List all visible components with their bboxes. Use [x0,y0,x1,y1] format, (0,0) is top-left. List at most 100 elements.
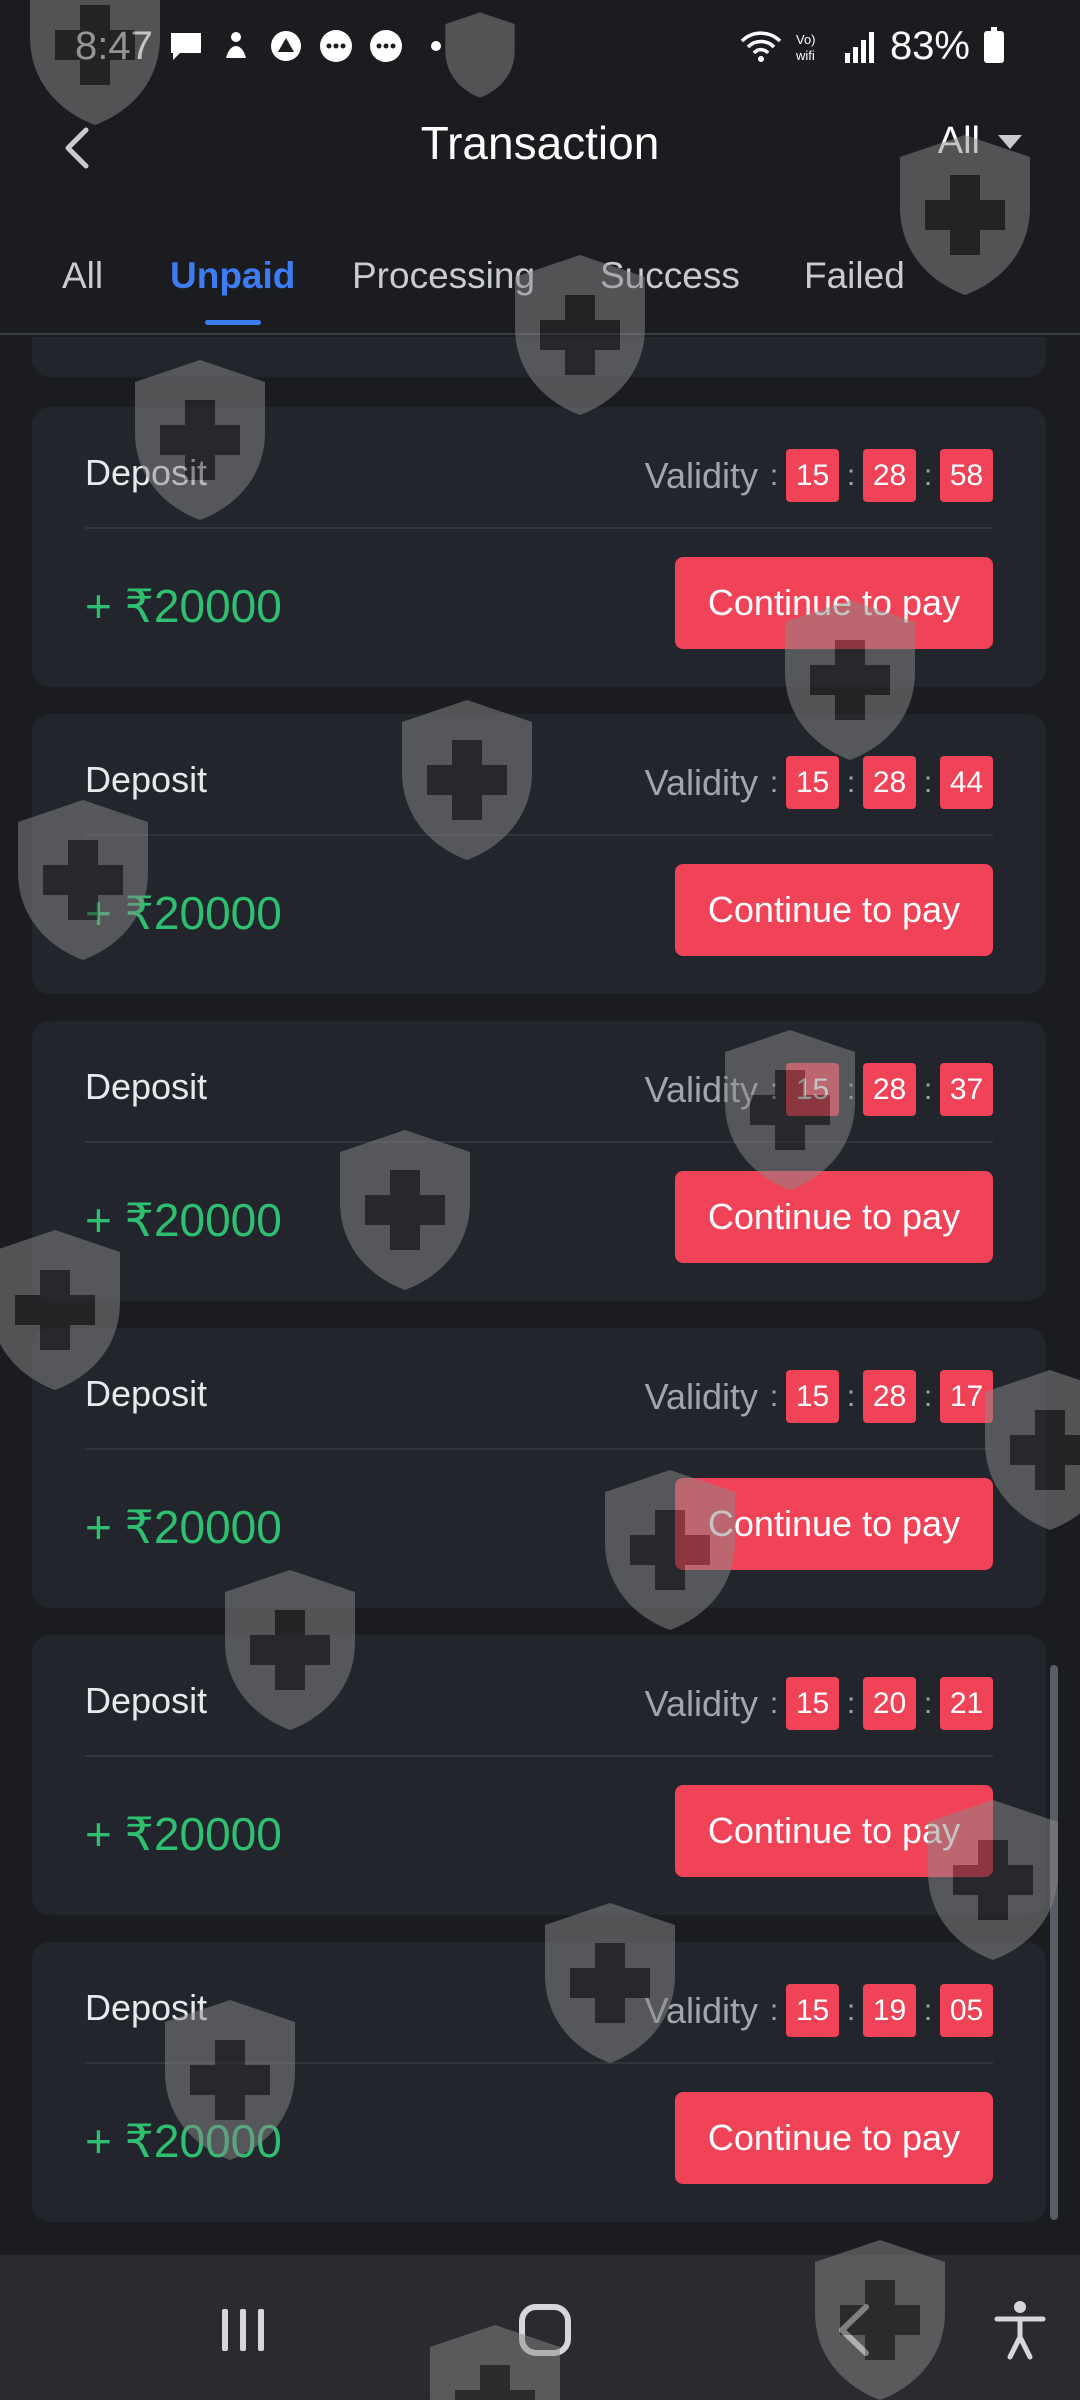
transaction-type: Deposit [85,452,208,493]
tab-all[interactable]: All [62,255,103,325]
timer-hours: 15 [786,756,839,809]
transaction-amount: + ₹20000 [85,1808,282,1860]
tab-unpaid[interactable]: Unpaid [170,255,295,325]
list-scrollbar[interactable] [1050,1665,1058,2220]
transaction-amount: + ₹20000 [85,1501,282,1553]
notification-icon [226,32,246,58]
timer-hours: 15 [786,1984,839,2037]
timer-minutes: 28 [863,1370,916,1423]
card-divider [85,1755,993,1757]
chat-icon [370,30,402,62]
system-nav-bar [0,2255,1080,2400]
card-divider [85,2062,993,2064]
timer-separator: : [923,1072,933,1106]
validity-timer: Validity: 15: 28: 37 [645,1063,993,1116]
signal-icon [844,31,874,63]
timer-separator: : [923,1379,933,1413]
transaction-type: Deposit [85,1987,208,2028]
volte-wifi-icon: Vo)wifi [796,32,816,63]
transaction-type: Deposit [85,1066,208,1107]
validity-label: Validity [644,1682,758,1724]
validity-label: Validity [644,454,758,496]
card-divider [85,1141,993,1143]
transaction-list[interactable]: Deposit Validity: 15: 28: 58 + ₹20000 Co… [0,337,1080,2255]
timer-minutes: 20 [863,1677,916,1730]
timer-separator: : [923,1686,933,1720]
validity-timer: Validity: 15: 20: 21 [645,1677,993,1730]
timer-minutes: 28 [863,449,916,502]
tab-processing[interactable]: Processing [352,255,535,325]
home-icon[interactable] [510,2295,580,2365]
continue-to-pay-button[interactable]: Continue to pay [675,2092,993,2184]
transaction-card: Deposit Validity: 15: 28: 17 + ₹20000 Co… [32,1328,1046,1608]
timer-separator: : [769,458,779,492]
transaction-amount: + ₹20000 [85,887,282,939]
timer-seconds: 21 [940,1677,993,1730]
header: Transaction All [0,100,1080,250]
battery-icon [984,26,1004,63]
transaction-amount: + ₹20000 [85,2115,282,2167]
tab-success[interactable]: Success [600,255,740,325]
filter-dropdown[interactable]: All [938,120,1022,163]
timer-separator: : [769,1686,779,1720]
page-title: Transaction [420,117,660,169]
timer-seconds: 58 [940,449,993,502]
status-right-cluster: Vo) wifi 83% [740,24,1004,69]
transaction-card: Deposit Validity: 15: 28: 44 + ₹20000 Co… [32,714,1046,994]
message-icon [171,33,201,60]
transaction-type: Deposit [85,759,208,800]
validity-timer: Validity: 15: 19: 05 [645,1984,993,2037]
timer-seconds: 37 [940,1063,993,1116]
timer-separator: : [769,1379,779,1413]
filter-value: All [937,120,980,162]
continue-to-pay-button[interactable]: Continue to pay [675,1171,993,1263]
timer-separator: : [923,1993,933,2027]
timer-separator: : [846,1686,856,1720]
continue-to-pay-button[interactable]: Continue to pay [675,1785,993,1877]
recent-apps-icon[interactable] [208,2295,278,2365]
timer-minutes: 28 [863,1063,916,1116]
accessibility-icon[interactable] [985,2295,1055,2365]
validity-label: Validity [644,1068,758,1110]
timer-separator: : [846,765,856,799]
tab-unpaid-label: Unpaid [170,255,296,296]
timer-seconds: 44 [940,756,993,809]
validity-label: Validity [644,761,758,803]
validity-label: Validity [644,1989,758,2031]
tab-bar: All Unpaid Processing Success Failed [0,245,1080,335]
card-divider [85,1448,993,1450]
partially-visible-card [32,337,1046,377]
continue-to-pay-button[interactable]: Continue to pay [675,557,993,649]
transaction-amount: + ₹20000 [85,1194,282,1246]
status-notification-icons [168,28,454,64]
battery-percent: 83% [889,24,970,68]
continue-to-pay-button[interactable]: Continue to pay [675,1478,993,1570]
timer-separator: : [769,1993,779,2027]
svg-text:wifi: wifi [796,48,815,63]
transaction-card: Deposit Validity: 15: 19: 05 + ₹20000 Co… [32,1942,1046,2222]
transaction-amount: + ₹20000 [85,580,282,632]
back-icon[interactable] [820,2295,890,2365]
continue-to-pay-button[interactable]: Continue to pay [675,864,993,956]
tab-failed[interactable]: Failed [804,255,905,325]
timer-minutes: 19 [863,1984,916,2037]
card-divider [85,834,993,836]
timer-separator: : [769,1072,779,1106]
timer-separator: : [846,1379,856,1413]
timer-seconds: 17 [940,1370,993,1423]
chat-icon [320,30,352,62]
transaction-card: Deposit Validity: 15: 28: 37 + ₹20000 Co… [32,1021,1046,1301]
status-bar: 8:47 Vo) wifi 83% [0,0,1080,100]
transaction-type: Deposit [85,1680,208,1721]
app-icon [271,31,301,61]
dropdown-arrow-icon [998,134,1022,149]
validity-timer: Validity: 15: 28: 17 [645,1370,993,1423]
transaction-card: Deposit Validity: 15: 20: 21 + ₹20000 Co… [32,1635,1046,1915]
card-divider [85,527,993,529]
timer-hours: 15 [786,1677,839,1730]
svg-text:Vo): Vo) [796,32,816,47]
timer-minutes: 28 [863,756,916,809]
transaction-type: Deposit [85,1373,208,1414]
timer-hours: 15 [786,449,839,502]
wifi-icon [740,30,782,62]
